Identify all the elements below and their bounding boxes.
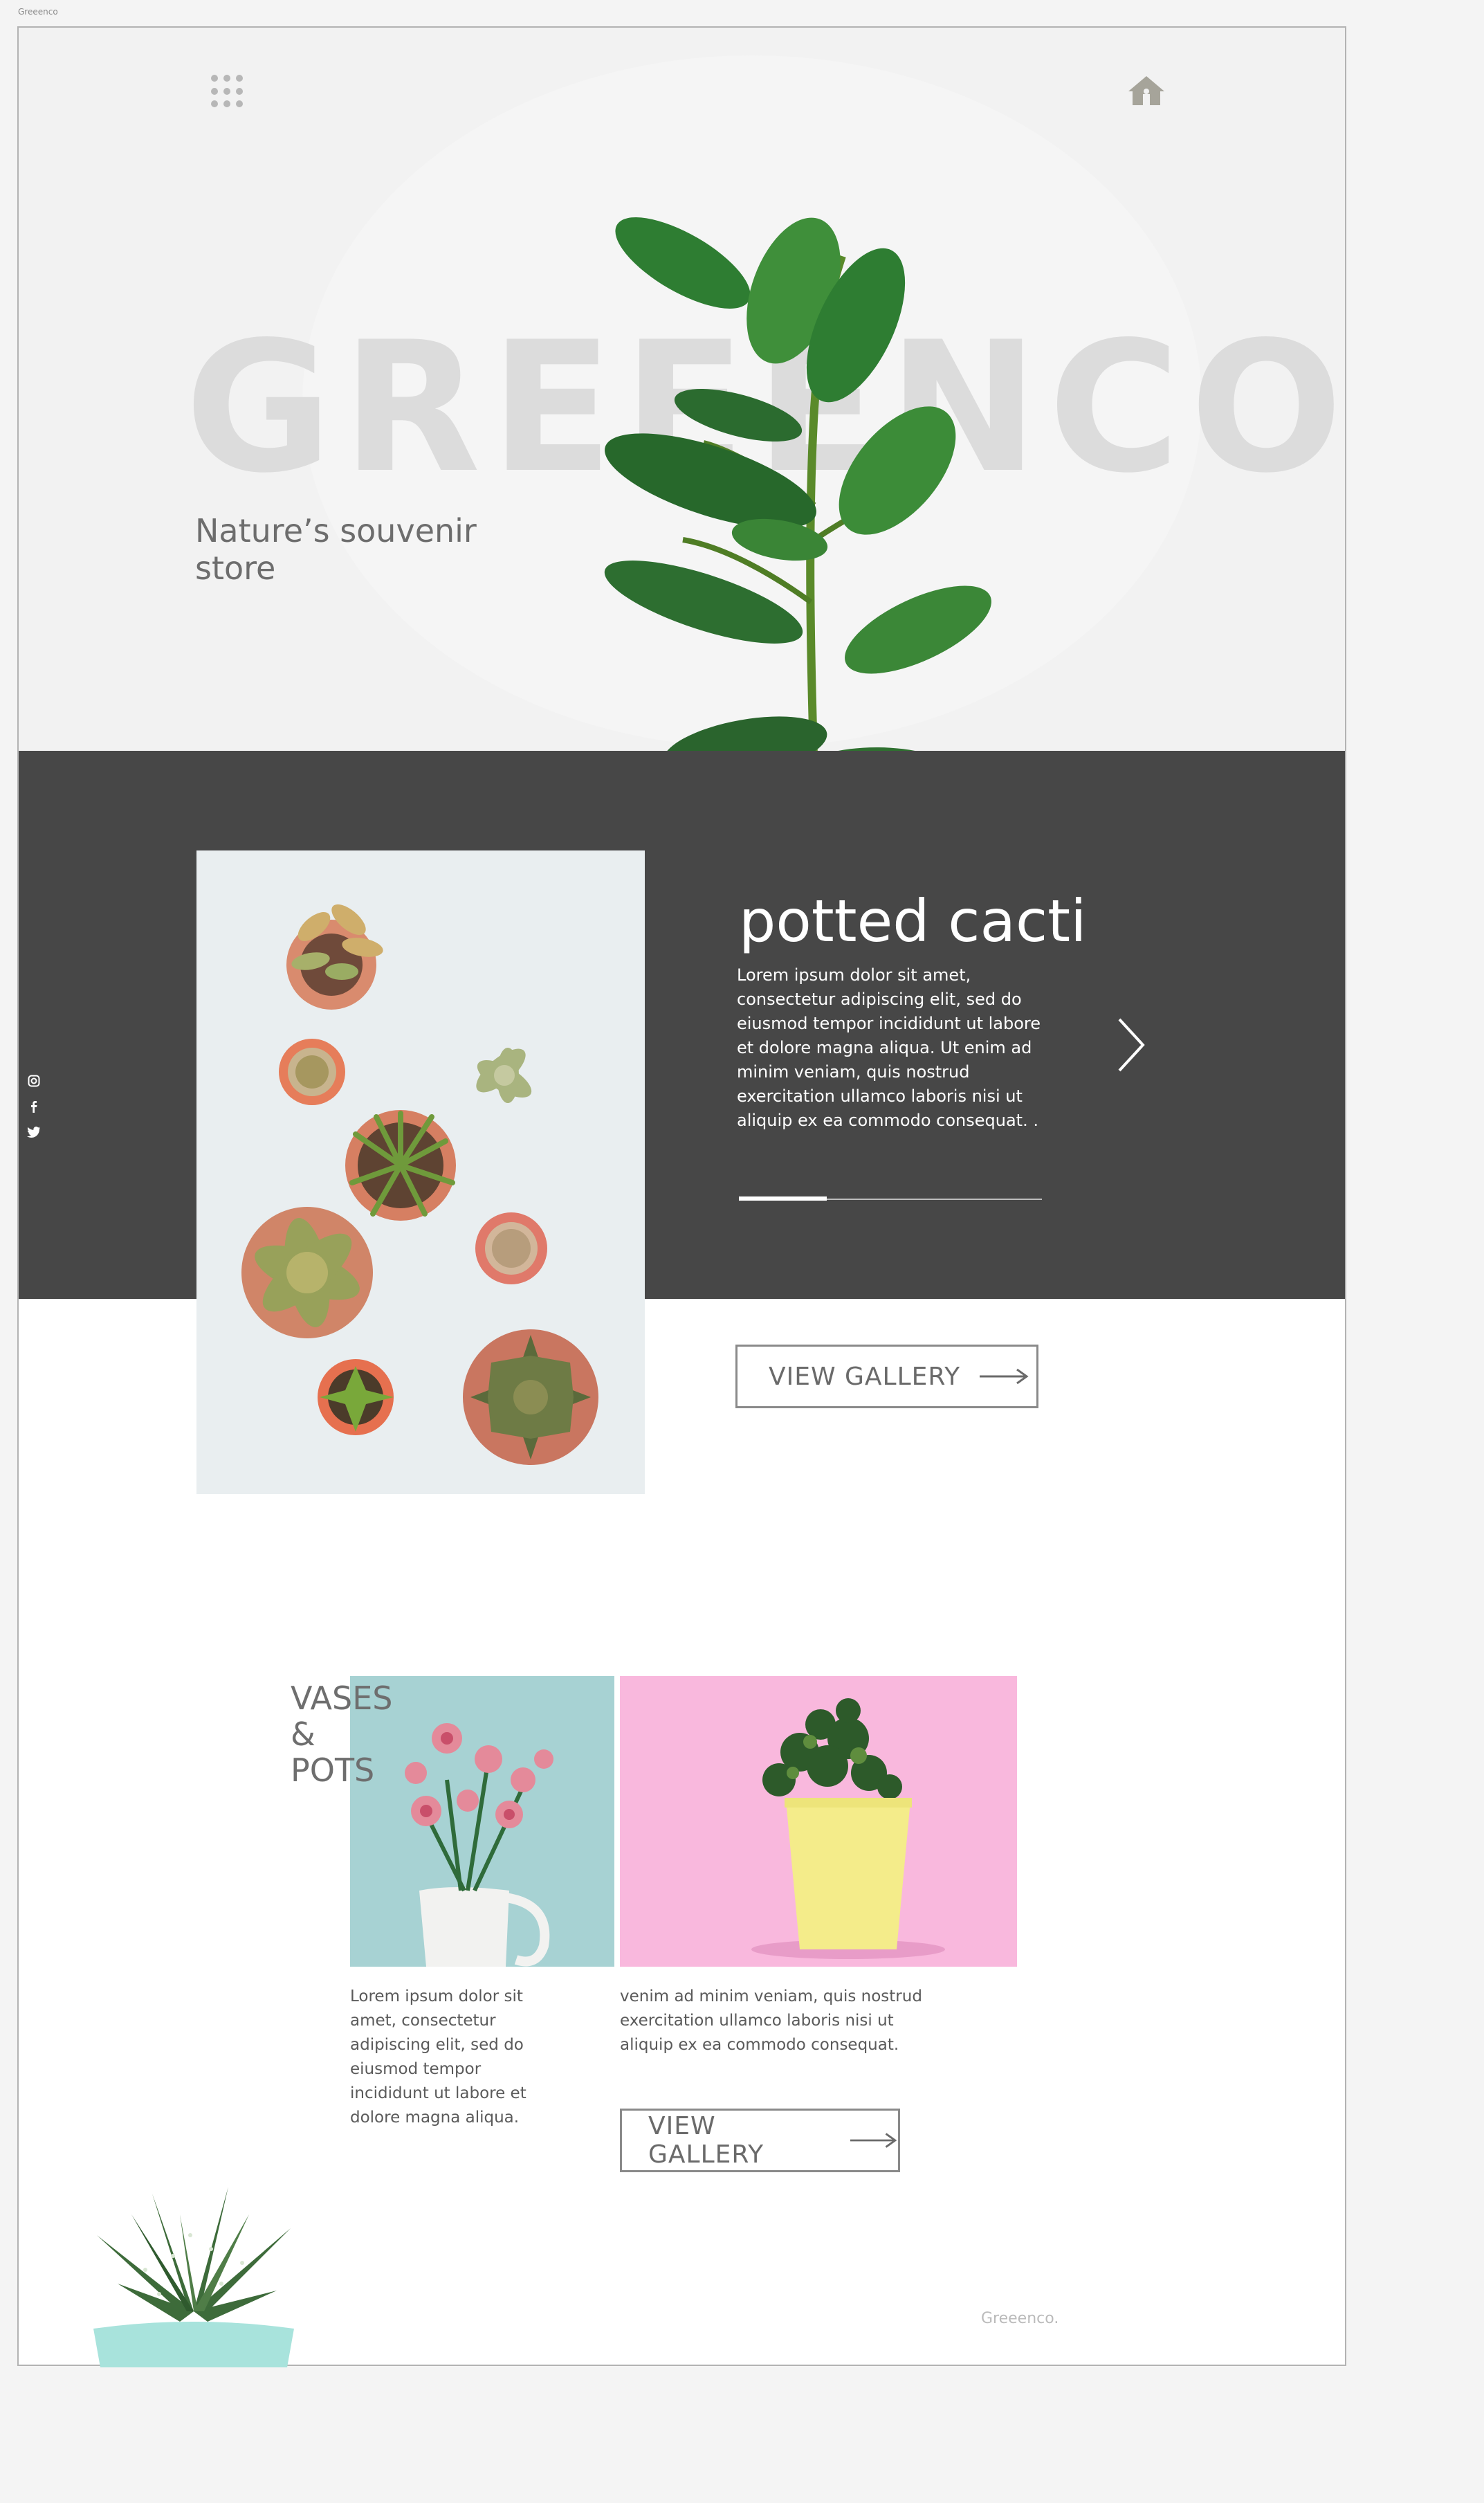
home-icon[interactable]: [1126, 73, 1167, 108]
yellow-pot-photo: [620, 1676, 1017, 1967]
chevron-right-icon[interactable]: [1114, 1014, 1148, 1076]
view-gallery-button-2[interactable]: VIEW GALLERY: [620, 2109, 900, 2172]
instagram-icon[interactable]: [26, 1075, 42, 1090]
haworthia-plant-image: [93, 2187, 294, 2367]
vases-text-right: venim ad minim veniam, quis nostrud exer…: [620, 1987, 922, 2054]
window-title: Greeenco: [18, 7, 58, 17]
footer-brand: Greeenco.: [981, 2310, 1059, 2327]
view-gallery-label: VIEW GALLERY: [769, 1362, 961, 1391]
rubber-plant-image: [604, 217, 991, 779]
view-gallery-label-2: VIEW GALLERY: [648, 2112, 764, 2169]
potted-cacti-photo: [196, 850, 645, 1494]
slider-progress-fill: [739, 1196, 827, 1201]
arrow-right-icon: [980, 1368, 1029, 1385]
vases-text-left: Lorem ipsum dolor sit amet, consectetur …: [350, 1987, 526, 2127]
view-gallery-button[interactable]: VIEW GALLERY: [735, 1345, 1038, 1408]
social-links: [26, 1075, 42, 1152]
slide-title: potted cacti: [739, 887, 1087, 955]
grid-menu-icon[interactable]: [211, 75, 244, 108]
facebook-icon[interactable]: [26, 1100, 42, 1116]
arrow-right-icon: [850, 2133, 897, 2148]
hero-tagline: Nature’s souvenir store: [195, 512, 477, 587]
slide-description: Lorem ipsum dolor sit amet, consectetur …: [737, 965, 1041, 1130]
vases-pots-heading: VASES & POTS: [291, 1680, 393, 1789]
hero-section: GREEENCO. Nature’s souvenir store: [19, 28, 1345, 779]
twitter-icon[interactable]: [26, 1126, 42, 1141]
